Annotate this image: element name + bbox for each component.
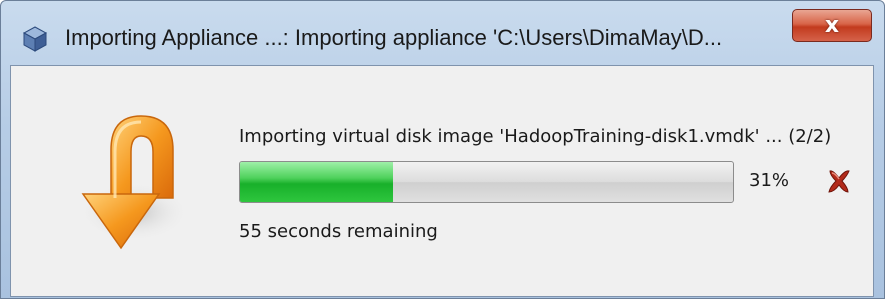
- progress-percent: 31%: [749, 170, 790, 191]
- close-button[interactable]: x: [792, 9, 872, 42]
- import-progress-bar: [239, 161, 734, 203]
- cancel-icon[interactable]: [824, 166, 854, 196]
- time-remaining: 55 seconds remaining: [239, 221, 438, 242]
- import-appliance-window: Importing Appliance ...: Importing appli…: [0, 0, 885, 299]
- window-title: Importing Appliance ...: Importing appli…: [65, 25, 723, 50]
- dialog-body: Importing virtual disk image 'HadoopTrai…: [10, 65, 874, 297]
- close-icon: x: [824, 12, 840, 38]
- progress-bar-fill: [240, 162, 393, 202]
- orange-import-arrow-icon: [79, 115, 189, 250]
- status-description: Importing virtual disk image 'HadoopTrai…: [239, 126, 832, 147]
- virtualbox-cube-icon: [22, 26, 48, 52]
- title-bar[interactable]: Importing Appliance ...: Importing appli…: [1, 1, 885, 65]
